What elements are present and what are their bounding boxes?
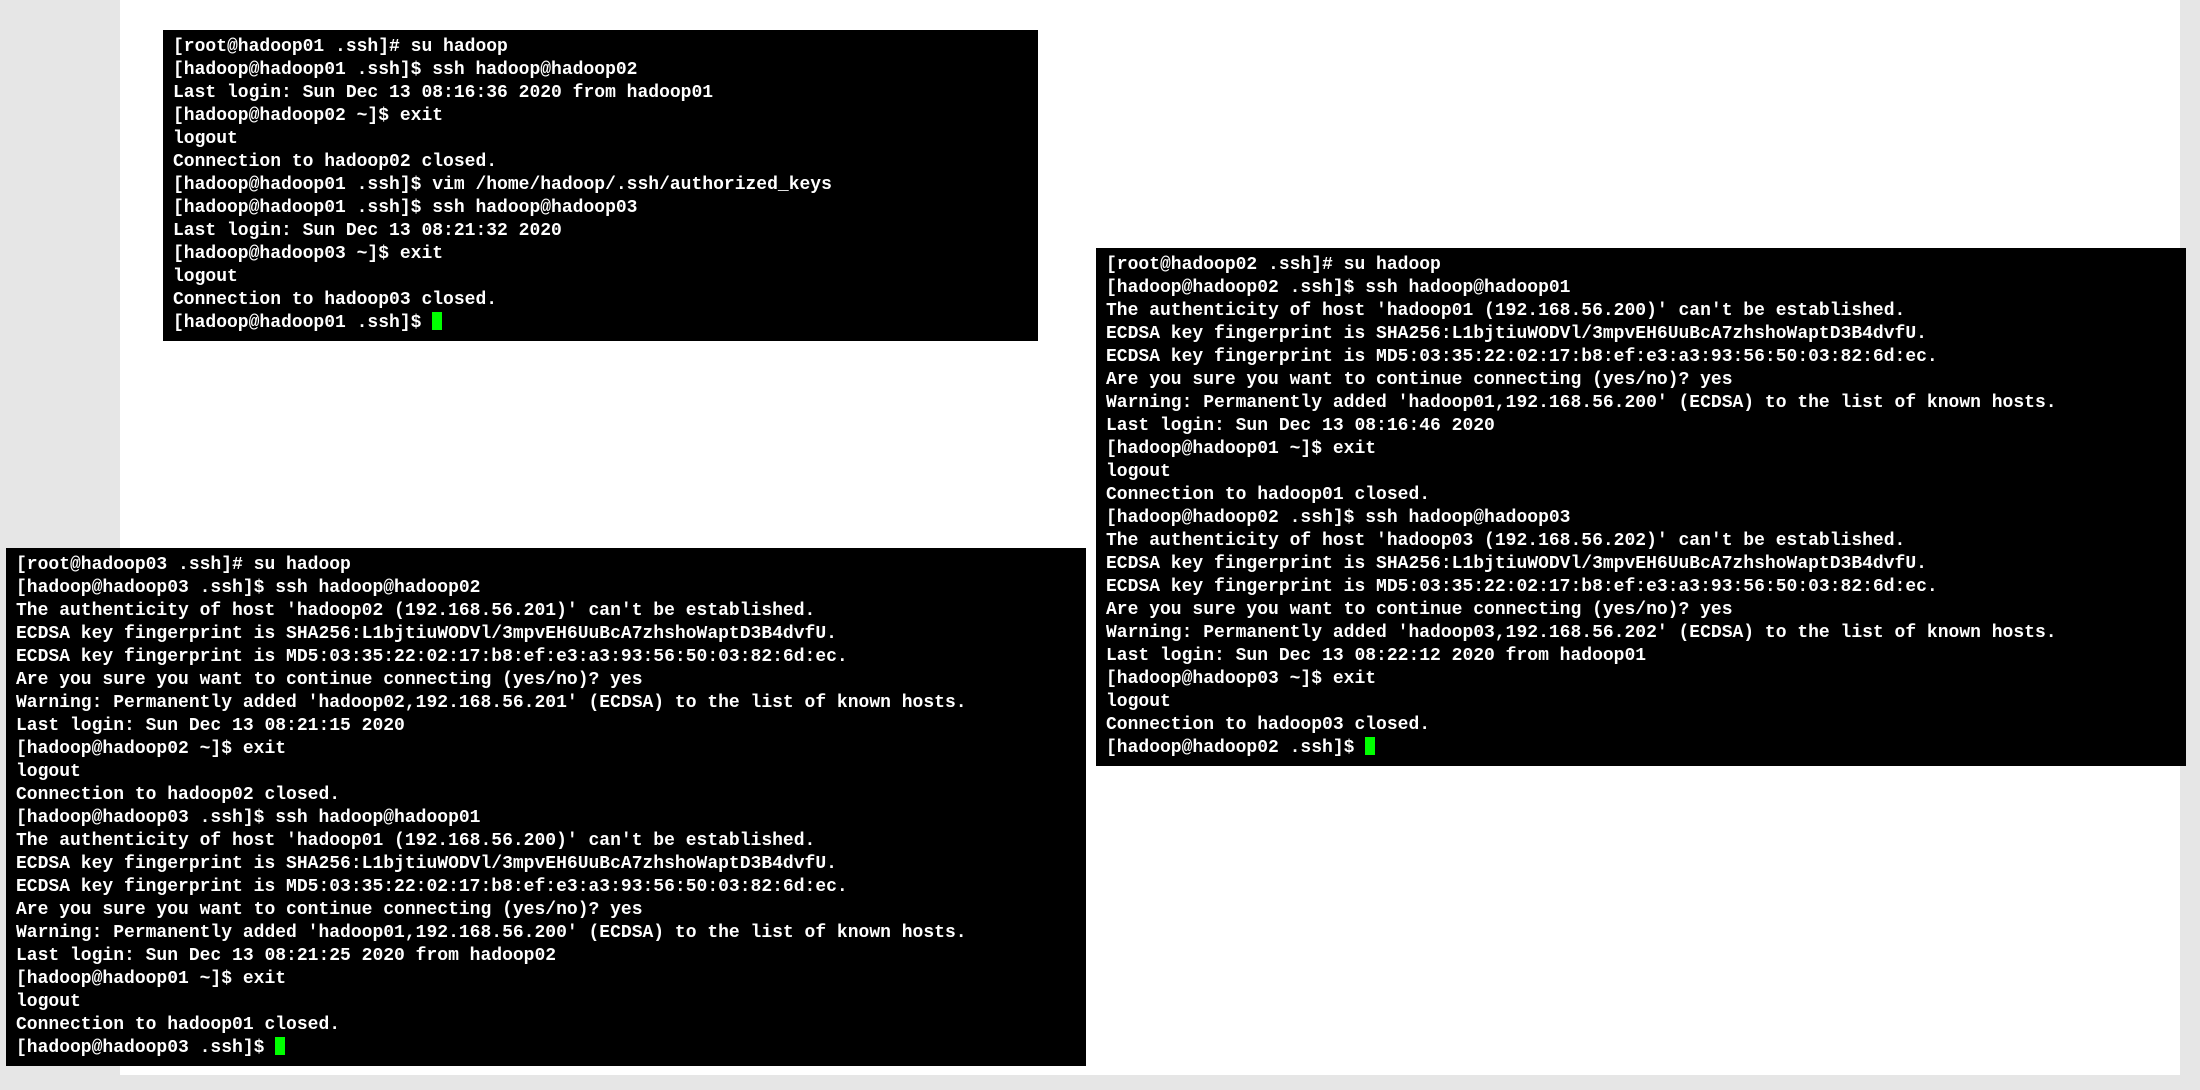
terminal-line: logout: [1106, 461, 2176, 484]
terminal-line: Are you sure you want to continue connec…: [1106, 599, 2176, 622]
terminal-line: logout: [173, 266, 1028, 289]
terminal-line: ECDSA key fingerprint is SHA256:L1bjtiuW…: [16, 623, 1076, 646]
terminal-line: [hadoop@hadoop01 .ssh]$ ssh hadoop@hadoo…: [173, 59, 1028, 82]
terminal-line: [hadoop@hadoop01 ~]$ exit: [16, 968, 1076, 991]
terminal-line: logout: [173, 128, 1028, 151]
cursor-icon: [1365, 737, 1375, 755]
terminal-line: [hadoop@hadoop02 ~]$ exit: [16, 738, 1076, 761]
terminal-line: [hadoop@hadoop01 .ssh]$: [173, 312, 1028, 335]
terminal-line: [hadoop@hadoop01 .ssh]$ ssh hadoop@hadoo…: [173, 197, 1028, 220]
terminal-line: [hadoop@hadoop02 .ssh]$ ssh hadoop@hadoo…: [1106, 277, 2176, 300]
terminal-line: Warning: Permanently added 'hadoop03,192…: [1106, 622, 2176, 645]
terminal-line: Connection to hadoop02 closed.: [173, 151, 1028, 174]
terminal-line: Are you sure you want to continue connec…: [16, 669, 1076, 692]
terminal-line: Connection to hadoop03 closed.: [1106, 714, 2176, 737]
terminal-line: Warning: Permanently added 'hadoop01,192…: [16, 922, 1076, 945]
terminal-line: Connection to hadoop03 closed.: [173, 289, 1028, 312]
terminal-line: ECDSA key fingerprint is SHA256:L1bjtiuW…: [1106, 553, 2176, 576]
terminal-line: Last login: Sun Dec 13 08:16:36 2020 fro…: [173, 82, 1028, 105]
terminal-line: The authenticity of host 'hadoop01 (192.…: [16, 830, 1076, 853]
terminal-line: ECDSA key fingerprint is SHA256:L1bjtiuW…: [16, 853, 1076, 876]
terminal-line: [hadoop@hadoop03 .ssh]$ ssh hadoop@hadoo…: [16, 807, 1076, 830]
terminal-hadoop03[interactable]: [root@hadoop03 .ssh]# su hadoop[hadoop@h…: [6, 548, 1086, 1066]
terminal-line: ECDSA key fingerprint is MD5:03:35:22:02…: [16, 646, 1076, 669]
cursor-icon: [432, 312, 442, 330]
terminal-line: Warning: Permanently added 'hadoop02,192…: [16, 692, 1076, 715]
terminal-line: logout: [16, 761, 1076, 784]
terminal-line: [hadoop@hadoop01 .ssh]$ vim /home/hadoop…: [173, 174, 1028, 197]
terminal-line: [root@hadoop02 .ssh]# su hadoop: [1106, 254, 2176, 277]
terminal-line: Last login: Sun Dec 13 08:21:15 2020: [16, 715, 1076, 738]
terminal-hadoop01[interactable]: [root@hadoop01 .ssh]# su hadoop[hadoop@h…: [163, 30, 1038, 341]
terminal-line: Are you sure you want to continue connec…: [16, 899, 1076, 922]
terminal-line: [hadoop@hadoop03 .ssh]$ ssh hadoop@hadoo…: [16, 577, 1076, 600]
terminal-line: logout: [1106, 691, 2176, 714]
terminal-line: ECDSA key fingerprint is SHA256:L1bjtiuW…: [1106, 323, 2176, 346]
terminal-line: ECDSA key fingerprint is MD5:03:35:22:02…: [1106, 346, 2176, 369]
terminal-line: Last login: Sun Dec 13 08:16:46 2020: [1106, 415, 2176, 438]
terminal-hadoop02[interactable]: [root@hadoop02 .ssh]# su hadoop[hadoop@h…: [1096, 248, 2186, 766]
terminal-line: Are you sure you want to continue connec…: [1106, 369, 2176, 392]
terminal-line: [hadoop@hadoop03 .ssh]$: [16, 1037, 1076, 1060]
terminal-line: Connection to hadoop01 closed.: [16, 1014, 1076, 1037]
terminal-line: [hadoop@hadoop02 ~]$ exit: [173, 105, 1028, 128]
cursor-icon: [275, 1037, 285, 1055]
terminal-line: ECDSA key fingerprint is MD5:03:35:22:02…: [16, 876, 1076, 899]
terminal-line: [hadoop@hadoop03 ~]$ exit: [1106, 668, 2176, 691]
terminal-line: Last login: Sun Dec 13 08:21:32 2020: [173, 220, 1028, 243]
terminal-line: logout: [16, 991, 1076, 1014]
terminal-line: The authenticity of host 'hadoop01 (192.…: [1106, 300, 2176, 323]
terminal-line: The authenticity of host 'hadoop02 (192.…: [16, 600, 1076, 623]
terminal-line: Warning: Permanently added 'hadoop01,192…: [1106, 392, 2176, 415]
terminal-line: [hadoop@hadoop02 .ssh]$ ssh hadoop@hadoo…: [1106, 507, 2176, 530]
terminal-line: The authenticity of host 'hadoop03 (192.…: [1106, 530, 2176, 553]
terminal-line: [root@hadoop03 .ssh]# su hadoop: [16, 554, 1076, 577]
terminal-line: [hadoop@hadoop02 .ssh]$: [1106, 737, 2176, 760]
terminal-line: Last login: Sun Dec 13 08:21:25 2020 fro…: [16, 945, 1076, 968]
terminal-line: Connection to hadoop01 closed.: [1106, 484, 2176, 507]
terminal-line: Connection to hadoop02 closed.: [16, 784, 1076, 807]
terminal-line: [root@hadoop01 .ssh]# su hadoop: [173, 36, 1028, 59]
terminal-line: Last login: Sun Dec 13 08:22:12 2020 fro…: [1106, 645, 2176, 668]
terminal-line: [hadoop@hadoop01 ~]$ exit: [1106, 438, 2176, 461]
terminal-line: [hadoop@hadoop03 ~]$ exit: [173, 243, 1028, 266]
terminal-line: ECDSA key fingerprint is MD5:03:35:22:02…: [1106, 576, 2176, 599]
